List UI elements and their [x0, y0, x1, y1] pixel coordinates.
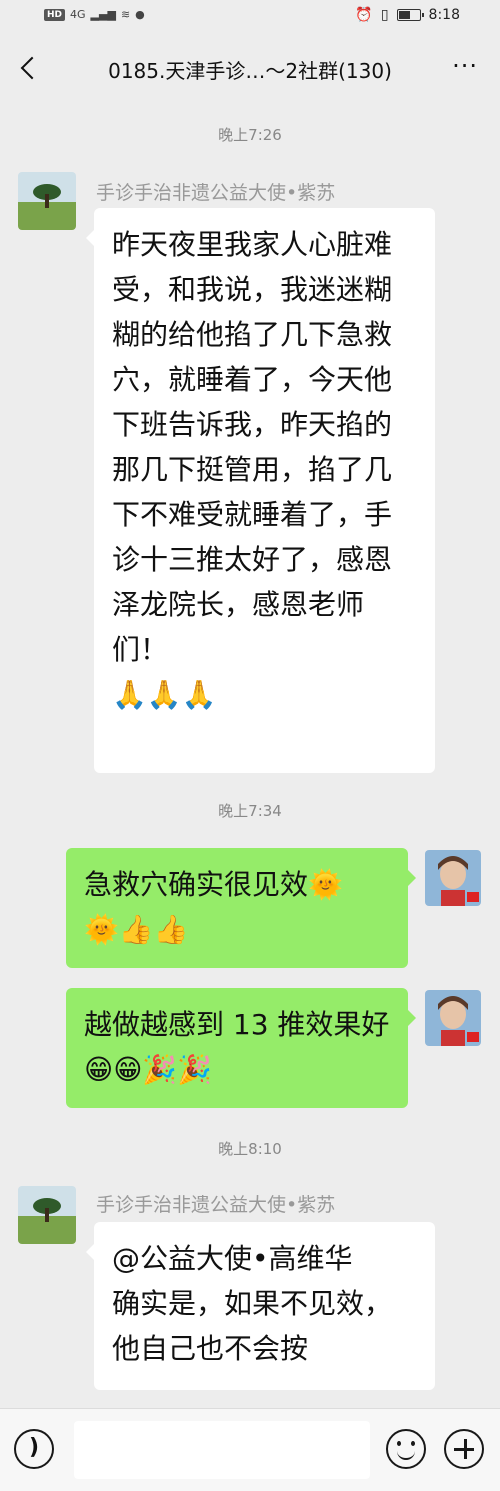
tree-landscape-icon — [18, 1186, 76, 1244]
timestamp: 晚上7:34 — [218, 802, 282, 820]
avatar[interactable] — [18, 172, 76, 230]
tree-landscape-icon — [18, 172, 76, 230]
battery-icon — [396, 9, 424, 21]
avatar[interactable] — [425, 850, 481, 906]
network-icon: 4G — [70, 8, 86, 21]
back-icon[interactable] — [16, 54, 44, 82]
message-bubble[interactable]: 急救穴确实很见效🌞 🌞👍👍 — [66, 848, 416, 968]
chat-header: 0185.天津手诊…～2社群(130) ··· — [0, 34, 500, 104]
alarm-icon: ⏰ — [355, 7, 373, 23]
voice-icon[interactable] — [14, 1429, 54, 1469]
timestamp: 晚上8:10 — [218, 1140, 282, 1158]
input-bar — [0, 1408, 500, 1491]
user-photo-icon — [425, 850, 481, 906]
status-right: ⏰ ▯ 8:18 — [355, 7, 460, 23]
message-bubble[interactable]: @公益大使•高维华 确实是，如果不见效，他自己也不会按 — [86, 1222, 435, 1390]
message-notification-icon: ● — [135, 8, 145, 21]
timestamp: 晚上7:26 — [218, 126, 282, 144]
wifi-icon: ≋ — [120, 8, 131, 21]
status-left: HD 4G ▂▄▆ ≋ ● — [44, 8, 145, 21]
chat-title: 0185.天津手诊…～2社群(130) — [108, 59, 392, 83]
message-bubble[interactable]: 越做越感到 13 推效果好😁😁🎉🎉 — [66, 988, 416, 1108]
avatar[interactable] — [425, 990, 481, 1046]
sender-name: 手诊手治非遗公益大使•紫苏 — [96, 1194, 336, 1216]
plus-icon[interactable] — [444, 1429, 484, 1469]
vibrate-icon: ▯ — [380, 7, 389, 23]
sender-name: 手诊手治非遗公益大使•紫苏 — [96, 182, 336, 204]
emoji-icon[interactable] — [386, 1429, 426, 1469]
hd-icon: HD — [44, 8, 66, 21]
signal-icon: ▂▄▆ — [90, 8, 116, 21]
status-bar: HD 4G ▂▄▆ ≋ ● ⏰ ▯ 8:18 — [0, 0, 500, 34]
status-time: 8:18 — [428, 7, 460, 23]
message-bubble[interactable]: 昨天夜里我家人心脏难受，和我说，我迷迷糊糊的给他掐了几下急救穴，就睡着了，今天他… — [86, 208, 435, 773]
message-input[interactable] — [74, 1421, 370, 1479]
more-dots-icon[interactable]: ··· — [452, 54, 478, 78]
user-photo-icon — [425, 990, 481, 1046]
avatar[interactable] — [18, 1186, 76, 1244]
